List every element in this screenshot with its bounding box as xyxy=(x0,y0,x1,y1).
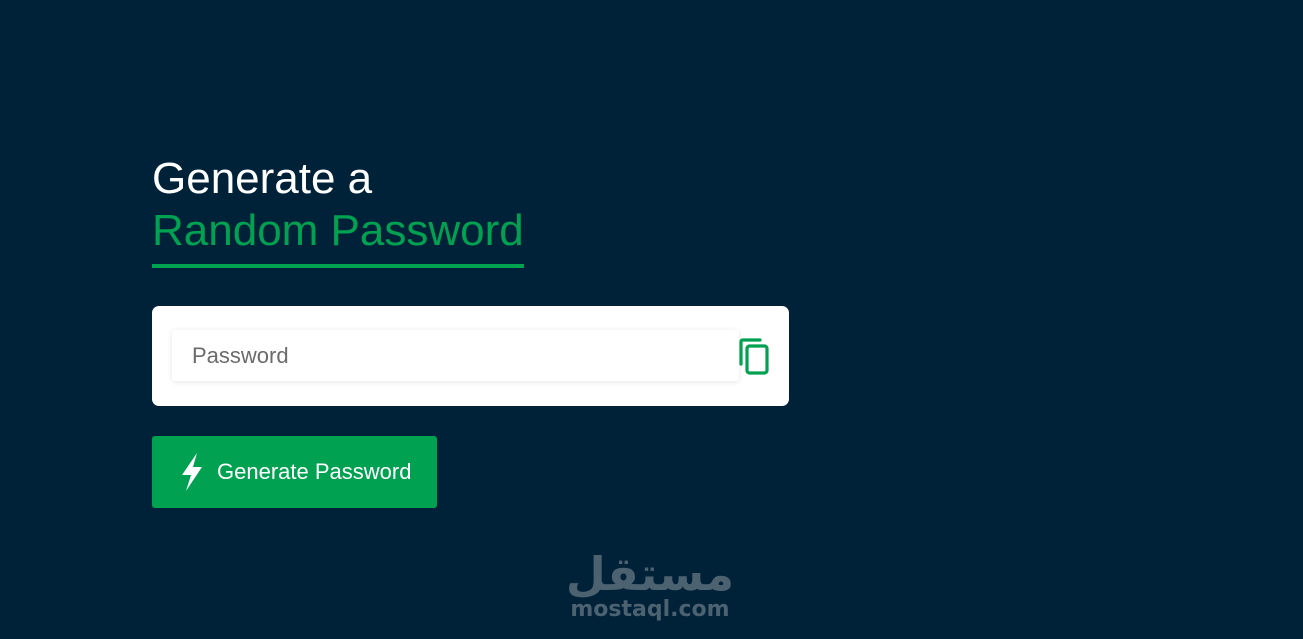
mostaql-watermark-logo: مستقل mostaql.com xyxy=(560,548,740,622)
password-card xyxy=(152,306,789,406)
password-input[interactable] xyxy=(172,330,739,381)
watermark-latin-text: mostaql.com xyxy=(570,597,730,622)
lightning-bolt-icon xyxy=(179,452,205,492)
watermark-arabic-text: مستقل xyxy=(565,547,735,601)
copy-icon xyxy=(739,338,769,375)
title-line-2-underlined: Random Password xyxy=(152,206,524,268)
generate-password-label: Generate Password xyxy=(217,459,412,484)
title-line-1: Generate a xyxy=(152,154,373,203)
generate-password-button[interactable]: Generate Password xyxy=(152,436,437,508)
hero-heading: Generate a Random Password xyxy=(152,154,792,268)
copy-button[interactable] xyxy=(736,338,772,376)
